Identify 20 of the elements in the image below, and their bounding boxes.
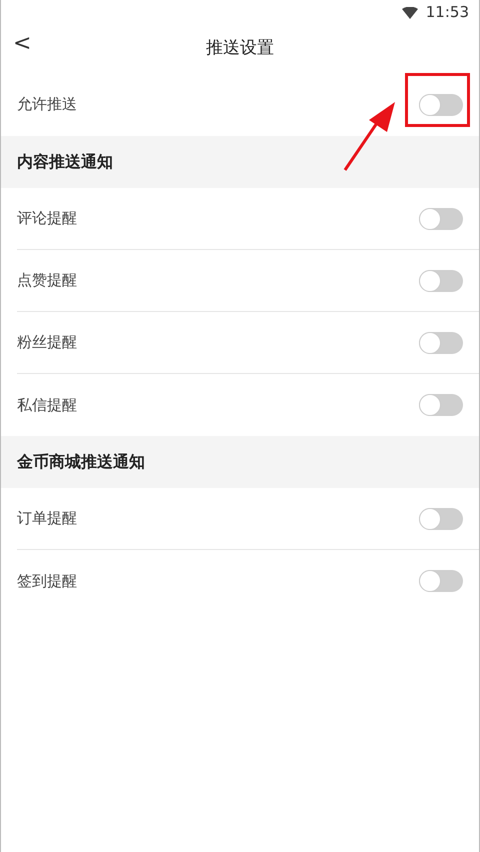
- setting-label: 私信提醒: [17, 394, 77, 416]
- toggle-switch[interactable]: [419, 94, 463, 116]
- wifi-icon: [402, 6, 418, 18]
- setting-label: 订单提醒: [17, 508, 77, 530]
- page-title: 推送设置: [206, 37, 274, 60]
- toggle-switch[interactable]: [419, 270, 463, 292]
- toggle-switch[interactable]: [419, 508, 463, 530]
- toggle-switch[interactable]: [419, 570, 463, 592]
- setting-label: 签到提醒: [17, 570, 77, 592]
- toggle-switch[interactable]: [419, 208, 463, 230]
- section-title: 金币商城推送通知: [17, 451, 145, 473]
- setting-label: 评论提醒: [17, 208, 77, 230]
- back-button[interactable]: <: [7, 33, 38, 55]
- status-time: 11:53: [426, 2, 469, 24]
- toggle-switch[interactable]: [419, 332, 463, 354]
- setting-label: 点赞提醒: [17, 270, 77, 292]
- setting-label: 允许推送: [17, 94, 77, 116]
- toggle-switch[interactable]: [419, 394, 463, 416]
- section-title: 内容推送通知: [17, 151, 113, 173]
- setting-label: 粉丝提醒: [17, 332, 77, 354]
